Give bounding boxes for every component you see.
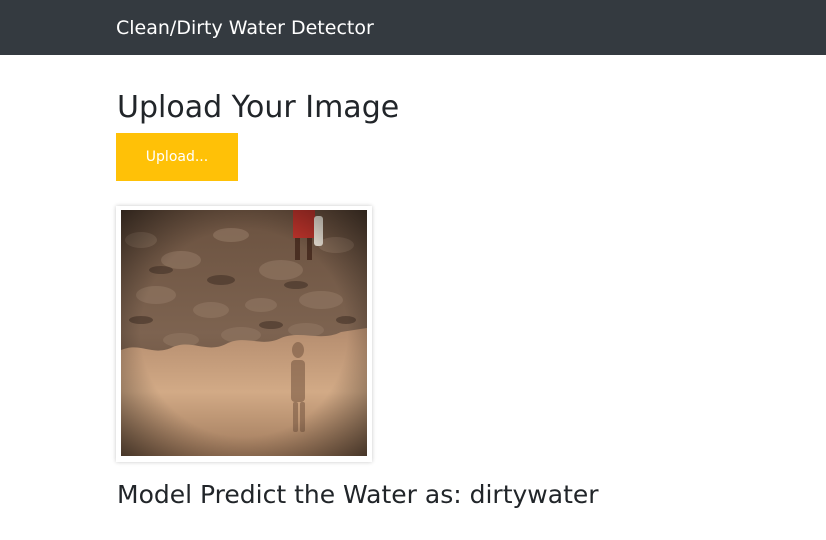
prediction-result: Model Predict the Water as: dirtywater: [117, 479, 599, 511]
result-prefix: Model Predict the Water as:: [117, 480, 470, 509]
uploaded-photo: [121, 210, 367, 456]
upload-button[interactable]: Upload...: [116, 133, 238, 181]
page-title: Upload Your Image: [117, 90, 400, 125]
navbar-brand[interactable]: Clean/Dirty Water Detector: [116, 16, 374, 40]
navbar: Clean/Dirty Water Detector: [0, 0, 826, 55]
image-preview: [116, 206, 372, 462]
result-value: dirtywater: [469, 480, 599, 509]
